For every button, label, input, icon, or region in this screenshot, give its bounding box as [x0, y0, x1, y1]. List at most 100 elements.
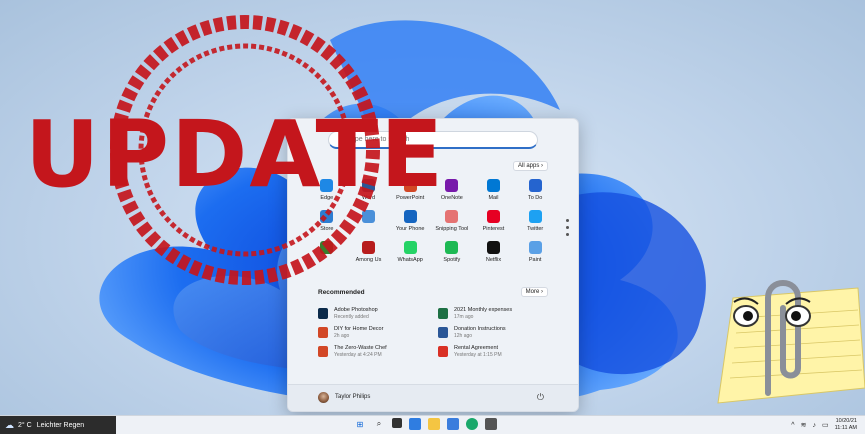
start-footer: Taylor Philips ⏻: [288, 384, 578, 411]
recommended-item[interactable]: Adobe Photoshop Recently added: [318, 307, 438, 320]
pinned-app[interactable]: Mail: [473, 179, 515, 201]
app-icon: [445, 179, 459, 192]
pinned-app[interactable]: Netflix: [473, 241, 515, 263]
recommended-title: Recommended: [318, 289, 365, 296]
app-icon: [528, 210, 542, 223]
task-view-icon[interactable]: [392, 418, 402, 428]
app-icon: [403, 179, 417, 192]
recommended-title: 2021 Monthly expenses: [454, 307, 513, 313]
app-icon: [528, 241, 542, 254]
file-icon: [438, 308, 448, 319]
pinned-app[interactable]: Twitter: [514, 210, 556, 232]
edge-icon[interactable]: [466, 418, 478, 430]
search-icon[interactable]: ⌕: [373, 418, 385, 430]
recommended-title: DIY for Home Decor: [334, 326, 384, 332]
app-label: Spotify: [443, 257, 461, 263]
app-label: Pinterest: [482, 226, 505, 232]
widgets-icon[interactable]: [409, 418, 421, 430]
weather-description: Leichter Regen: [36, 421, 85, 429]
app-label: To Do: [527, 195, 543, 201]
pinned-app[interactable]: Among Us: [348, 241, 390, 263]
pinned-app[interactable]: Pinterest: [473, 210, 515, 232]
avatar[interactable]: [318, 392, 329, 403]
app-icon: [403, 210, 417, 223]
office-icon[interactable]: [485, 418, 497, 430]
chevron-up-icon[interactable]: ^: [791, 422, 794, 429]
app-label: OneNote: [440, 195, 463, 201]
app-label: Mail: [488, 195, 499, 201]
pinned-header: All apps ›: [288, 161, 578, 175]
app-label: Snipping Tool: [435, 226, 469, 232]
pinned-apps-grid: Edge Word PowerPoint OneNote Mail To Do Store Y…: [306, 179, 556, 263]
app-label: Edge: [320, 195, 334, 201]
pinned-app[interactable]: WhatsApp: [389, 241, 431, 263]
pinned-app[interactable]: OneNote: [431, 179, 473, 201]
pinned-app[interactable]: Your Phone: [389, 210, 431, 232]
volume-icon[interactable]: ♪: [812, 422, 816, 429]
recommended-time: 2h ago: [334, 333, 350, 339]
recommended-time: Yesterday at 1:15 PM: [454, 352, 502, 358]
file-explorer-icon[interactable]: [428, 418, 440, 430]
weather-widget[interactable]: ☁ 2° C Leichter Regen: [0, 416, 116, 434]
app-label: Paint: [528, 257, 542, 263]
recommended-item[interactable]: Donation Instructions 12h ago: [438, 326, 558, 339]
search-input[interactable]: ⌕ Type here to search: [328, 131, 538, 149]
app-icon: [320, 210, 334, 223]
app-label: Twitter: [527, 226, 544, 232]
more-button[interactable]: More ›: [520, 287, 548, 297]
file-icon: [318, 327, 328, 338]
app-label: Your Phone: [395, 226, 425, 232]
clock[interactable]: 10/20/21 11:11 AM: [835, 418, 857, 432]
app-icon: [320, 241, 334, 254]
pinned-app[interactable]: Snipping Tool: [431, 210, 473, 232]
all-apps-button[interactable]: All apps ›: [512, 161, 548, 171]
pinned-app[interactable]: Store: [306, 210, 348, 232]
app-icon: [361, 210, 375, 223]
recommended-title: The Zero-Waste Chef: [334, 345, 387, 351]
taskbar: ☁ 2° C Leichter Regen ⊞ ⌕ ^ ≋ ♪ ▭ 10/20/…: [0, 415, 865, 434]
wifi-icon[interactable]: ≋: [801, 421, 807, 429]
recommended-item[interactable]: Rental Agreement Yesterday at 1:15 PM: [438, 345, 558, 358]
pinned-app[interactable]: To Do: [514, 179, 556, 201]
battery-icon[interactable]: ▭: [822, 421, 829, 429]
pinned-app[interactable]: Edge: [306, 179, 348, 201]
pinned-app[interactable]: [348, 210, 390, 232]
app-label: WhatsApp: [397, 257, 423, 263]
pinned-app[interactable]: [306, 241, 348, 263]
app-icon: [320, 179, 334, 192]
app-icon: [486, 241, 500, 254]
recommended-time: 17m ago: [454, 314, 474, 320]
file-icon: [318, 308, 328, 319]
recommended-time: 12h ago: [454, 333, 473, 339]
recommended-item[interactable]: DIY for Home Decor 2h ago: [318, 326, 438, 339]
app-icon: [445, 241, 459, 254]
file-icon: [438, 346, 448, 357]
app-label: Word: [361, 195, 376, 201]
app-label: Among Us: [355, 257, 382, 263]
power-icon[interactable]: ⏻: [537, 392, 544, 403]
pinned-app[interactable]: Word: [348, 179, 390, 201]
app-icon: [528, 179, 542, 192]
weather-temperature: 2° C: [18, 421, 32, 429]
start-menu: ⌕ Type here to search All apps › Edge Wor…: [287, 118, 579, 412]
pinned-app[interactable]: Paint: [514, 241, 556, 263]
file-icon: [438, 327, 448, 338]
pinned-app[interactable]: PowerPoint: [389, 179, 431, 201]
app-icon: [486, 210, 500, 223]
app-label: Store: [320, 226, 334, 232]
store-icon[interactable]: [447, 418, 459, 430]
page-indicator[interactable]: [566, 219, 570, 240]
app-icon: [445, 210, 459, 223]
app-label: Netflix: [485, 257, 502, 263]
recommended-item[interactable]: The Zero-Waste Chef Yesterday at 4:24 PM: [318, 345, 438, 358]
app-icon: [486, 179, 500, 192]
pinned-app[interactable]: Spotify: [431, 241, 473, 263]
cloud-rain-icon: ☁: [5, 420, 14, 430]
recommended-title: Adobe Photoshop: [334, 307, 378, 313]
recommended-list: Adobe Photoshop Recently added 2021 Monthl…: [318, 307, 558, 358]
app-icon: [361, 179, 375, 192]
recommended-item[interactable]: 2021 Monthly expenses 17m ago: [438, 307, 558, 320]
recommended-title: Donation Instructions: [454, 326, 506, 332]
user-name[interactable]: Taylor Philips: [335, 394, 370, 400]
start-button-icon[interactable]: ⊞: [354, 418, 366, 430]
